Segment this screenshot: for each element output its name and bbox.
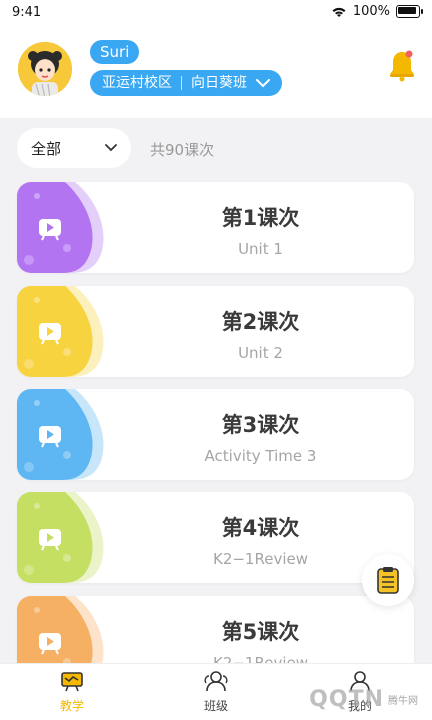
class-label: 向日葵班 (191, 75, 247, 91)
teach-icon (61, 672, 83, 692)
lesson-thumbnail (17, 492, 104, 583)
filter-selected: 全部 (31, 139, 62, 158)
avatar[interactable] (18, 42, 72, 96)
tab-label: 教学 (59, 699, 84, 713)
lesson-card[interactable]: 第3课次 Activity Time 3 (17, 389, 414, 480)
campus-class-selector[interactable]: 亚运村校区 向日葵班 (90, 70, 282, 96)
wifi-icon (332, 7, 346, 17)
chevron-down-icon (256, 78, 270, 87)
profile-header: Suri 亚运村校区 向日葵班 (0, 26, 432, 118)
lesson-subtitle: Unit 2 (238, 344, 283, 362)
lesson-card[interactable]: 第4课次 K2−1Review (17, 492, 414, 583)
lesson-card[interactable]: 第2课次 Unit 2 (17, 286, 414, 377)
lesson-title: 第5课次 (221, 620, 300, 644)
status-bar: 9:41 100% (0, 0, 432, 26)
bell-icon[interactable] (388, 48, 416, 82)
lesson-thumbnail (17, 286, 104, 377)
tab-bar: 教学 班级 我的 QQTN 腾牛网 (0, 663, 432, 720)
watermark-logo: QQTN 腾牛网 (309, 687, 418, 712)
divider (181, 76, 182, 90)
lesson-title: 第3课次 (221, 413, 300, 437)
tab-label: 班级 (203, 699, 228, 713)
battery-percent: 100% (352, 4, 390, 19)
notes-button[interactable] (362, 554, 414, 606)
lesson-subtitle: Unit 1 (238, 240, 283, 258)
tab-teaching[interactable]: 教学 (32, 670, 112, 714)
campus-label: 亚运村校区 (102, 75, 172, 91)
lesson-title: 第4课次 (221, 516, 300, 540)
lesson-count: 共90课次 (150, 141, 215, 159)
lesson-thumbnail (17, 389, 104, 480)
battery-icon (396, 5, 423, 18)
lesson-thumbnail (17, 182, 104, 273)
user-name: Suri (90, 40, 140, 64)
lesson-title: 第1课次 (221, 206, 300, 230)
lesson-card[interactable]: 第1课次 Unit 1 (17, 182, 414, 273)
tab-class[interactable]: 班级 (176, 670, 256, 714)
lesson-subtitle: Activity Time 3 (204, 447, 317, 465)
class-icon (204, 671, 228, 692)
lesson-title: 第2课次 (221, 310, 300, 334)
chevron-down-icon (105, 144, 117, 152)
status-time: 9:41 (12, 5, 42, 20)
filter-dropdown[interactable]: 全部 (17, 128, 131, 168)
watermark-en: QQTN (309, 687, 384, 712)
clipboard-icon (377, 567, 399, 594)
watermark-cn: 腾牛网 (388, 696, 418, 707)
